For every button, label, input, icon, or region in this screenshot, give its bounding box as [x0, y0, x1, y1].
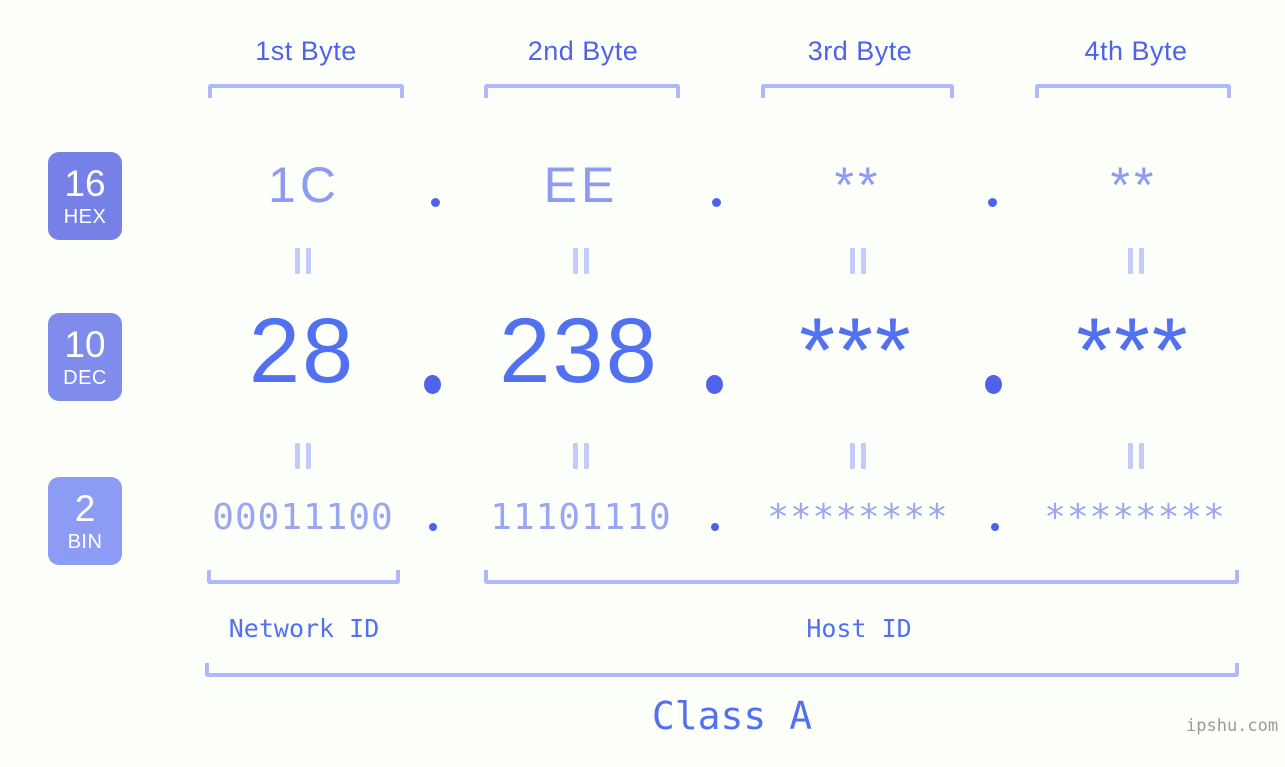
base-badge-bin-name: BIN: [67, 531, 103, 553]
dec-dot-2: [706, 375, 723, 394]
base-badge-hex-name: HEX: [63, 206, 107, 228]
host-id-label: Host ID: [806, 614, 912, 643]
hex-byte-2: EE: [543, 157, 619, 213]
dec-byte-2: 238: [499, 300, 659, 402]
equals-mark-dec-bin-4: [1127, 443, 1145, 469]
hex-dot-1: [431, 198, 440, 207]
base-badge-dec: 10 DEC: [48, 313, 122, 401]
site-watermark: ipshu.com: [1186, 716, 1279, 736]
base-badge-hex-number: 16: [64, 163, 106, 204]
bin-dot-3: [991, 523, 999, 531]
byte-header-1: 1st Byte: [255, 36, 357, 66]
network-id-bracket: [207, 570, 400, 584]
byte-header-3: 3rd Byte: [807, 36, 913, 66]
byte-bracket-2: [484, 84, 680, 98]
base-badge-dec-number: 10: [64, 324, 106, 365]
byte-header-2: 2nd Byte: [527, 36, 639, 66]
network-id-label: Network ID: [228, 614, 380, 643]
bin-byte-3: ********: [767, 497, 949, 538]
bin-byte-2: 11101110: [490, 497, 672, 538]
equals-mark-dec-bin-3: [849, 443, 867, 469]
hex-dot-3: [988, 198, 997, 207]
class-bracket: [205, 663, 1239, 677]
ip-breakdown-diagram: 1st Byte 2nd Byte 3rd Byte 4th Byte 16 H…: [0, 0, 1285, 767]
base-badge-bin-number: 2: [74, 488, 96, 529]
bin-byte-4: ********: [1044, 497, 1226, 538]
base-badge-dec-name: DEC: [63, 367, 107, 389]
hex-byte-3: **: [834, 157, 882, 213]
equals-mark-hex-dec-4: [1127, 248, 1145, 274]
equals-mark-dec-bin-2: [572, 443, 590, 469]
hex-byte-4: **: [1110, 157, 1158, 213]
dec-byte-1: 28: [248, 300, 356, 402]
dec-dot-3: [985, 375, 1002, 394]
bin-dot-2: [711, 523, 719, 531]
equals-mark-hex-dec-3: [849, 248, 867, 274]
bin-byte-1: 00011100: [212, 497, 394, 538]
equals-mark-hex-dec-1: [294, 248, 312, 274]
byte-bracket-3: [761, 84, 954, 98]
hex-byte-1: 1C: [268, 157, 340, 213]
byte-header-4: 4th Byte: [1084, 36, 1188, 66]
byte-bracket-1: [208, 84, 404, 98]
hex-dot-2: [712, 198, 721, 207]
base-badge-bin: 2 BIN: [48, 477, 122, 565]
bin-dot-1: [429, 523, 437, 531]
equals-mark-hex-dec-2: [572, 248, 590, 274]
equals-mark-dec-bin-1: [294, 443, 312, 469]
dec-dot-1: [424, 375, 441, 394]
class-label: Class A: [651, 694, 813, 738]
byte-bracket-4: [1035, 84, 1231, 98]
dec-byte-4: ***: [1076, 300, 1190, 402]
host-id-bracket: [484, 570, 1239, 584]
dec-byte-3: ***: [799, 300, 913, 402]
base-badge-hex: 16 HEX: [48, 152, 122, 240]
